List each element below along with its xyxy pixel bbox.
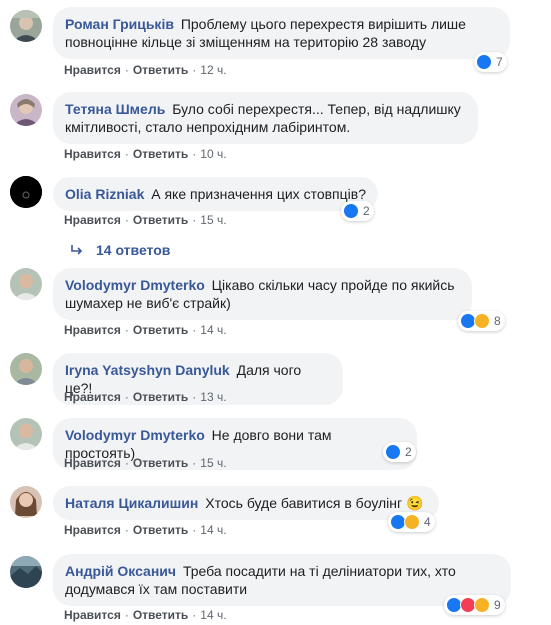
comment-actions: Нравится · Ответить · 13 ч. [64,389,227,405]
like-reaction-icon [385,444,401,460]
comment-author[interactable]: Тетяна Шмель [65,101,165,117]
separator: · [192,608,197,622]
comment-author[interactable]: Роман Грицьків [65,16,174,32]
timestamp[interactable]: 14 ч. [200,323,226,337]
timestamp[interactable]: 15 ч. [200,456,226,470]
comment-author[interactable]: Iryna Yatsyshyn Danyluk [65,362,230,378]
comment-author[interactable]: Olia Rizniak [65,186,144,202]
separator: · [192,213,197,227]
timestamp[interactable]: 14 ч. [200,523,226,537]
separator: · [192,456,197,470]
comment-bubble: Volodymyr Dmyterko Цікаво скільки часу п… [53,268,472,320]
comment-author[interactable]: Volodymyr Dmyterko [65,427,205,443]
reaction-count: 9 [494,598,501,612]
like-button[interactable]: Нравится [64,147,121,161]
avatar[interactable] [10,418,42,450]
timestamp[interactable]: 13 ч. [200,390,226,404]
like-button[interactable]: Нравится [64,608,121,622]
reply-button[interactable]: Ответить [133,608,188,622]
comment-author[interactable]: Volodymyr Dmyterko [65,277,205,293]
like-button[interactable]: Нравится [64,456,121,470]
comment-bubble: Андрій Оксанич Треба посадити на ті делі… [53,554,511,606]
comment-author[interactable]: Андрій Оксанич [65,563,176,579]
separator: · [124,63,129,77]
comment-bubble: Тетяна Шмель Було собі перехрестя... Теп… [53,92,478,144]
reaction-count: 7 [496,55,503,69]
like-button[interactable]: Нравится [64,523,121,537]
comment-author[interactable]: Наталя Цикалишин [65,495,198,511]
reply-button[interactable]: Ответить [133,390,188,404]
like-button[interactable]: Нравится [64,390,121,404]
comment-actions: Нравится · Ответить · 15 ч. [64,455,227,471]
reactions-summary[interactable]: 2 [341,201,374,221]
comment-actions: Нравится · Ответить · 14 ч. [64,322,227,338]
replies-count-label: 14 ответов [96,242,171,258]
comment-bubble: Наталя Цикалишин Хтось буде бавитися в б… [53,486,439,520]
reactions-summary[interactable]: 8 [458,311,505,331]
avatar[interactable] [10,176,42,208]
timestamp[interactable]: 10 ч. [200,147,226,161]
view-replies-link[interactable]: 14 ответов [70,242,170,258]
reply-button[interactable]: Ответить [133,456,188,470]
separator: · [124,213,129,227]
separator: · [192,63,197,77]
timestamp[interactable]: 14 ч. [200,608,226,622]
comment-actions: Нравится · Ответить · 15 ч. [64,212,227,228]
like-button[interactable]: Нравится [64,213,121,227]
separator: · [192,147,197,161]
separator: · [124,608,129,622]
like-reaction-icon [476,54,492,70]
separator: · [124,147,129,161]
separator: · [192,390,197,404]
reply-button[interactable]: Ответить [133,523,188,537]
separator: · [192,523,197,537]
avatar[interactable] [10,94,42,126]
avatar[interactable] [10,268,42,300]
avatar[interactable] [10,486,42,518]
reactions-summary[interactable]: 7 [474,52,507,72]
separator: · [124,523,129,537]
haha-reaction-icon [404,514,420,530]
reaction-count: 2 [405,445,412,459]
like-reaction-icon [343,203,359,219]
comment-text: А яке призначення цих стовпців? [151,186,366,202]
timestamp[interactable]: 12 ч. [200,63,226,77]
reply-button[interactable]: Ответить [133,147,188,161]
reactions-summary[interactable]: 2 [383,442,416,462]
separator: · [192,323,197,337]
separator: · [124,323,129,337]
reaction-count: 2 [363,204,370,218]
comment-text: Хтось буде бавитися в боулінг 😉 [205,495,424,511]
avatar[interactable] [10,10,42,42]
avatar[interactable] [10,556,42,588]
comment-actions: Нравится · Ответить · 10 ч. [64,146,227,162]
reaction-count: 8 [494,314,501,328]
reactions-summary[interactable]: 9 [444,595,505,615]
like-button[interactable]: Нравится [64,63,121,77]
reactions-summary[interactable]: 4 [388,512,435,532]
comment-actions: Нравится · Ответить · 14 ч. [64,522,227,538]
like-button[interactable]: Нравится [64,323,121,337]
comment-actions: Нравится · Ответить · 14 ч. [64,607,227,623]
reply-button[interactable]: Ответить [133,63,188,77]
reply-arrow-icon [71,245,83,255]
haha-reaction-icon [474,597,490,613]
comment-actions: Нравится · Ответить · 12 ч. [64,62,227,78]
timestamp[interactable]: 15 ч. [200,213,226,227]
comment-bubble: Olia Rizniak А яке призначення цих стовп… [53,177,378,211]
separator: · [124,456,129,470]
haha-reaction-icon [474,313,490,329]
comment-bubble: Роман Грицьків Проблему цього перехрестя… [53,7,510,59]
avatar[interactable] [10,353,42,385]
reply-button[interactable]: Ответить [133,323,188,337]
reply-button[interactable]: Ответить [133,213,188,227]
reaction-count: 4 [424,515,431,529]
separator: · [124,390,129,404]
